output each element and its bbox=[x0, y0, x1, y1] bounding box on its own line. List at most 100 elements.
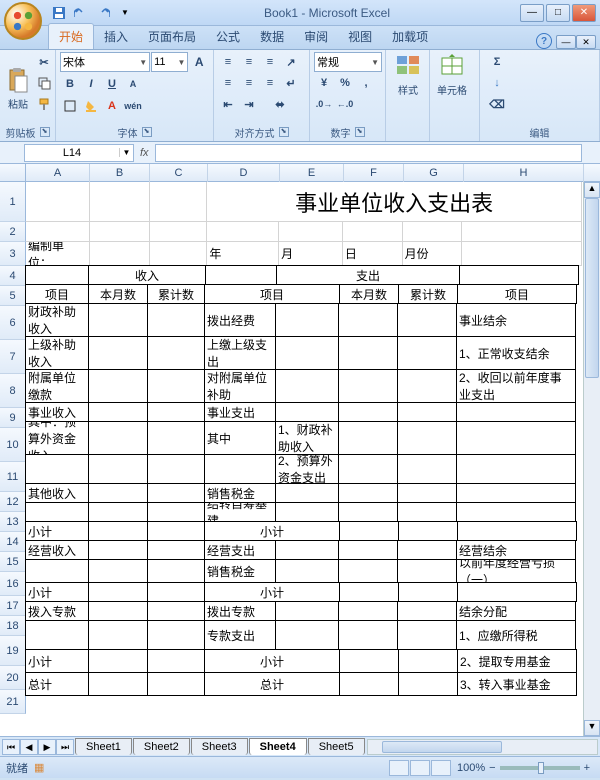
cell[interactable]: 拨入专款 bbox=[25, 601, 89, 621]
border-icon[interactable] bbox=[60, 96, 80, 116]
fill-icon[interactable]: ↓ bbox=[484, 73, 510, 93]
percent-icon[interactable]: % bbox=[335, 73, 355, 93]
row-header[interactable]: 17 bbox=[0, 596, 26, 616]
cell[interactable] bbox=[147, 521, 205, 541]
row-header[interactable]: 8 bbox=[0, 374, 26, 408]
row-header[interactable]: 3 bbox=[0, 242, 26, 266]
ribbon-minimize-button[interactable]: — bbox=[556, 35, 576, 49]
cell[interactable]: 编制单位： bbox=[26, 242, 90, 266]
cell[interactable] bbox=[339, 672, 399, 696]
cut-icon[interactable]: ✂ bbox=[34, 52, 54, 72]
cell[interactable] bbox=[147, 421, 205, 455]
zoom-thumb[interactable] bbox=[538, 762, 544, 774]
align-launcher-icon[interactable]: ⬊ bbox=[279, 127, 289, 137]
fill-color-icon[interactable] bbox=[81, 96, 101, 116]
cell[interactable]: 拨出经费 bbox=[204, 303, 276, 337]
cell[interactable] bbox=[26, 182, 90, 222]
cell[interactable]: 总计 bbox=[25, 672, 89, 696]
cell[interactable]: 累计数 bbox=[147, 284, 205, 304]
cell[interactable] bbox=[275, 336, 339, 370]
cell[interactable] bbox=[147, 303, 205, 337]
cell[interactable] bbox=[25, 620, 89, 650]
cell[interactable]: 附属单位缴款 bbox=[25, 369, 89, 403]
fx-icon[interactable]: fx bbox=[140, 147, 149, 159]
grow-font-icon[interactable]: A bbox=[189, 52, 209, 72]
sheet-tab[interactable]: Sheet2 bbox=[133, 738, 190, 755]
cell[interactable]: 其他收入 bbox=[25, 483, 89, 503]
cell[interactable] bbox=[398, 582, 458, 602]
cell[interactable] bbox=[275, 502, 339, 522]
zoom-slider[interactable] bbox=[500, 766, 580, 770]
phonetic-icon[interactable]: wén bbox=[123, 96, 143, 116]
cell[interactable] bbox=[88, 620, 148, 650]
cell[interactable] bbox=[90, 182, 150, 222]
cell[interactable]: 2、收回以前年度事业支出 bbox=[456, 369, 576, 403]
cell[interactable]: 经营支出 bbox=[204, 540, 276, 560]
row-header[interactable]: 13 bbox=[0, 512, 26, 532]
cell[interactable] bbox=[397, 303, 457, 337]
sheet-nav-prev-icon[interactable]: ◀ bbox=[20, 739, 38, 755]
cell[interactable]: 支出 bbox=[276, 265, 460, 285]
cell[interactable] bbox=[88, 369, 148, 403]
cell[interactable] bbox=[88, 521, 148, 541]
cell[interactable] bbox=[338, 601, 398, 621]
increase-indent-icon[interactable]: ⇥ bbox=[239, 94, 259, 114]
col-header[interactable]: C bbox=[150, 164, 208, 182]
cell[interactable]: 本月数 bbox=[339, 284, 399, 304]
view-pagebreak-icon[interactable] bbox=[431, 760, 451, 776]
sheet-nav-next-icon[interactable]: ▶ bbox=[38, 739, 56, 755]
cell[interactable] bbox=[338, 402, 398, 422]
col-header[interactable]: F bbox=[344, 164, 404, 182]
cell[interactable] bbox=[275, 303, 339, 337]
zoom-level[interactable]: 100% bbox=[457, 762, 485, 774]
scroll-thumb[interactable] bbox=[585, 198, 599, 378]
copy-icon[interactable] bbox=[34, 73, 54, 93]
cell[interactable] bbox=[275, 559, 339, 583]
cell[interactable] bbox=[338, 483, 398, 503]
cell[interactable] bbox=[275, 402, 339, 422]
cell[interactable]: 销售税金 bbox=[204, 559, 276, 583]
merge-icon[interactable]: ⬌ bbox=[260, 94, 300, 114]
col-header[interactable]: B bbox=[90, 164, 150, 182]
view-pagelayout-icon[interactable] bbox=[410, 760, 430, 776]
close-button[interactable]: ✕ bbox=[572, 4, 596, 22]
cell[interactable]: 事业结余 bbox=[456, 303, 576, 337]
cell[interactable] bbox=[457, 582, 577, 602]
cell[interactable] bbox=[25, 265, 89, 285]
clipboard-launcher-icon[interactable]: ⬊ bbox=[40, 127, 50, 137]
cell[interactable] bbox=[147, 369, 205, 403]
row-header[interactable]: 20 bbox=[0, 666, 26, 690]
cell[interactable] bbox=[398, 649, 458, 673]
cell[interactable] bbox=[338, 303, 398, 337]
font-color-icon[interactable]: A bbox=[102, 96, 122, 116]
cell[interactable] bbox=[147, 454, 205, 484]
tab-review[interactable]: 审阅 bbox=[294, 24, 338, 49]
cell[interactable] bbox=[275, 483, 339, 503]
row-header[interactable]: 15 bbox=[0, 552, 26, 572]
cell[interactable] bbox=[338, 502, 398, 522]
cell[interactable] bbox=[150, 242, 208, 266]
cell[interactable] bbox=[88, 582, 148, 602]
cell[interactable] bbox=[338, 421, 398, 455]
cell[interactable] bbox=[88, 540, 148, 560]
tab-pagelayout[interactable]: 页面布局 bbox=[138, 24, 206, 49]
cell[interactable] bbox=[275, 601, 339, 621]
help-icon[interactable]: ? bbox=[536, 33, 552, 49]
cell[interactable]: 小计 bbox=[25, 649, 89, 673]
cell[interactable]: 拨出专款 bbox=[204, 601, 276, 621]
cell[interactable] bbox=[397, 483, 457, 503]
cell[interactable] bbox=[88, 336, 148, 370]
align-right-icon[interactable]: ≡ bbox=[260, 73, 280, 93]
cell[interactable] bbox=[459, 265, 579, 285]
italic-button[interactable]: I bbox=[81, 74, 101, 94]
maximize-button[interactable]: □ bbox=[546, 4, 570, 22]
cell[interactable] bbox=[150, 182, 208, 222]
styles-button[interactable]: 样式 bbox=[390, 52, 426, 97]
cell[interactable] bbox=[397, 402, 457, 422]
cell[interactable] bbox=[147, 559, 205, 583]
cell[interactable] bbox=[397, 502, 457, 522]
cell[interactable] bbox=[147, 502, 205, 522]
wrap-text-icon[interactable]: ↵ bbox=[281, 73, 301, 93]
cell[interactable] bbox=[397, 336, 457, 370]
cell[interactable] bbox=[397, 601, 457, 621]
